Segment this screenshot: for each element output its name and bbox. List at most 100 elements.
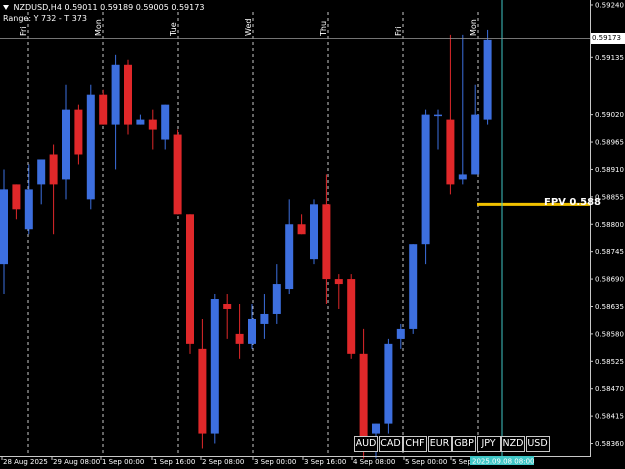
bear-candle[interactable]: [322, 174, 331, 304]
candle-body: [471, 114, 480, 175]
bull-candle[interactable]: [37, 159, 46, 205]
time-tick-label: 2 Sep 08:00: [202, 458, 244, 466]
symbol-ohlc-text: NZDUSD,H4 0.59011 0.59189 0.59005 0.5917…: [13, 3, 205, 12]
candle-body: [434, 114, 442, 117]
day-separator-label: Thu: [319, 21, 328, 37]
candle-body: [235, 333, 244, 344]
bull-candle[interactable]: [421, 109, 430, 265]
bear-candle[interactable]: [235, 304, 244, 359]
candle-body: [446, 119, 455, 185]
bull-candle[interactable]: [161, 104, 170, 150]
candle-body: [421, 114, 430, 245]
candle-body: [186, 214, 194, 344]
candle-body: [161, 104, 170, 140]
bear-candle[interactable]: [148, 109, 157, 150]
svg-text:2025.09.08 08:00: 2025.09.08 08:00: [472, 458, 534, 466]
candle-body: [372, 423, 380, 434]
bear-candle[interactable]: [334, 274, 343, 309]
candle-body: [210, 299, 219, 434]
bear-candle[interactable]: [198, 318, 207, 449]
symbol-button-usd[interactable]: USD: [525, 436, 550, 452]
symbol-button-eur[interactable]: EUR: [427, 436, 452, 452]
candle-body: [198, 348, 207, 434]
bull-candle[interactable]: [483, 29, 492, 125]
candle-body: [12, 184, 21, 210]
candle-body: [359, 353, 368, 449]
bull-candle[interactable]: [384, 338, 393, 434]
bull-candle[interactable]: [62, 84, 70, 200]
candle-body: [248, 318, 256, 344]
bull-candle[interactable]: [310, 199, 318, 265]
bull-candle[interactable]: [396, 323, 405, 349]
candle-body: [347, 279, 356, 354]
bull-candle[interactable]: [272, 264, 281, 324]
symbol-button-gbp[interactable]: GBP: [452, 436, 476, 452]
price-tick-label: 0.58635: [595, 303, 624, 311]
candle-body: [285, 224, 294, 290]
candle-body: [124, 64, 132, 125]
price-tick-label: 0.59240: [595, 1, 624, 9]
day-separator-label: Wed: [244, 19, 253, 36]
price-tick-label: 0.59020: [595, 111, 624, 119]
bull-candle[interactable]: [409, 244, 418, 334]
candle-body: [483, 39, 492, 120]
bull-candle[interactable]: [24, 164, 33, 235]
candle-body: [37, 159, 46, 185]
symbol-info: NZDUSD,H4 0.59011 0.59189 0.59005 0.5917…: [3, 3, 204, 13]
bear-candle[interactable]: [347, 274, 356, 359]
bear-candle[interactable]: [124, 59, 132, 135]
bull-candle[interactable]: [434, 109, 442, 150]
bear-candle[interactable]: [446, 34, 455, 195]
bear-candle[interactable]: [12, 184, 21, 220]
bear-candle[interactable]: [74, 104, 83, 165]
candle-body: [99, 94, 108, 125]
bull-candle[interactable]: [111, 54, 120, 170]
candle-body: [409, 244, 418, 329]
day-separator-label: Tue: [169, 22, 178, 37]
candle-body: [334, 279, 343, 285]
symbol-button-cad[interactable]: CAD: [378, 436, 403, 452]
triangle-down-icon[interactable]: [3, 5, 9, 10]
bull-candle[interactable]: [210, 294, 219, 444]
candle-body: [136, 119, 145, 125]
candle-body: [223, 304, 232, 309]
day-separator-label: Fri: [394, 26, 403, 36]
price-tick-label: 0.58745: [595, 248, 624, 256]
candle-body: [62, 109, 70, 180]
bear-candle[interactable]: [99, 89, 108, 125]
range-info: Range: Y 732 - T 373: [3, 14, 87, 23]
candle-body: [111, 64, 120, 125]
time-tick-label: 1 Sep 00:00: [102, 458, 144, 466]
price-tick-label: 0.58525: [595, 358, 624, 366]
bear-candle[interactable]: [297, 214, 306, 235]
price-tick-label: 0.58470: [595, 385, 624, 393]
bear-candle[interactable]: [173, 129, 182, 215]
price-tick-label: 0.58690: [595, 276, 624, 284]
bull-candle[interactable]: [260, 294, 269, 339]
bull-candle[interactable]: [0, 169, 8, 295]
price-tick-label: 0.58965: [595, 139, 624, 147]
bear-candle[interactable]: [186, 214, 194, 354]
bear-candle[interactable]: [49, 144, 58, 235]
time-tick-label: 29 Aug 08:00: [53, 458, 100, 466]
symbol-button-chf[interactable]: CHF: [403, 436, 427, 452]
current-price-tag: 0.59173: [591, 32, 625, 44]
candle-body: [0, 189, 8, 265]
symbol-button-aud[interactable]: AUD: [354, 436, 378, 452]
bull-candle[interactable]: [136, 114, 145, 125]
time-tick-label: 3 Sep 00:00: [254, 458, 296, 466]
bull-candle[interactable]: [248, 304, 256, 349]
candle-body: [322, 204, 331, 280]
day-separator-label: Mon: [94, 19, 103, 36]
price-tick-label: 0.58415: [595, 413, 624, 421]
price-tick-label: 0.58360: [595, 440, 624, 448]
price-chart[interactable]: Fri Mon Tue Wed Thu Fri Mon 0.59240 0.59135 0.59…: [0, 0, 625, 469]
bull-candle[interactable]: [86, 84, 95, 210]
bull-candle[interactable]: [285, 199, 294, 295]
price-tick-label: 0.58910: [595, 166, 624, 174]
bull-candle[interactable]: [458, 34, 467, 185]
symbol-button-jpy[interactable]: JPY: [476, 436, 501, 452]
bear-candle[interactable]: [223, 294, 232, 339]
symbol-button-nzd[interactable]: NZD: [501, 436, 525, 452]
candle-body: [260, 313, 269, 324]
